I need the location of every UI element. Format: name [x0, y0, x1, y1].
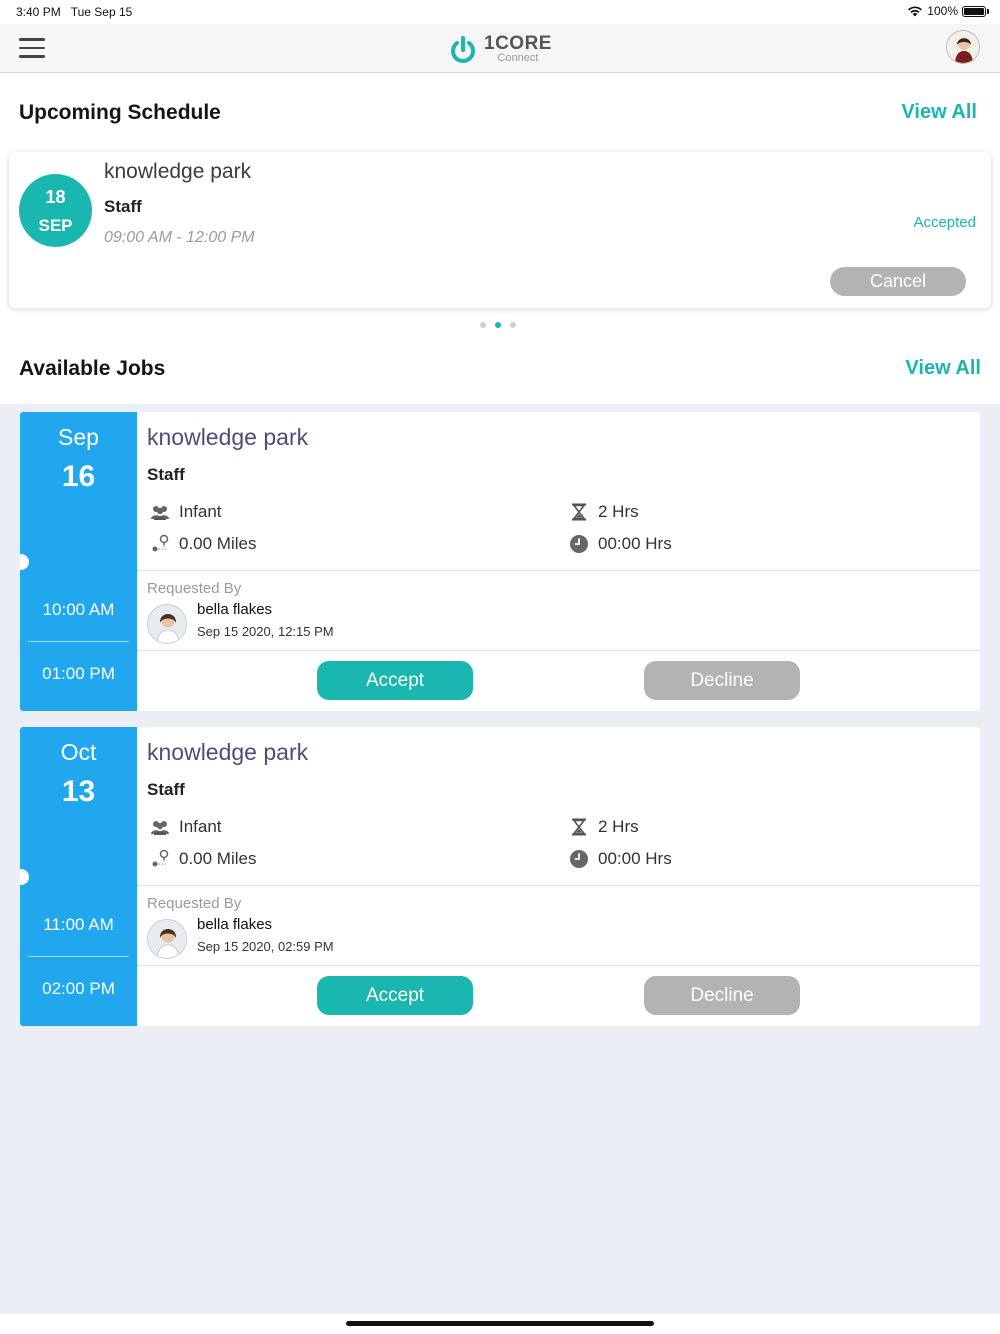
status-time: 3:40 PM Tue Sep 15 — [16, 5, 132, 19]
hourglass-icon — [572, 503, 586, 521]
job-date-panel: Oct 13 11:00 AM 02:00 PM — [20, 727, 137, 1026]
schedule-card[interactable]: 18 SEP knowledge park Staff 09:00 AM - 1… — [9, 152, 991, 308]
status-right: 100% — [907, 4, 989, 18]
clock-icon — [570, 850, 588, 868]
job-month: Sep — [58, 424, 99, 450]
elapsed: 00:00 Hrs — [569, 849, 672, 869]
clock: 3:40 PM — [16, 5, 61, 19]
pager-dot[interactable] — [480, 322, 486, 328]
elapsed: 00:00 Hrs — [569, 534, 672, 554]
job-month: Oct — [60, 739, 97, 765]
duration-value: 2 Hrs — [598, 817, 639, 836]
distance: 0.00 Miles — [150, 534, 256, 554]
cancel-button[interactable]: Cancel — [830, 267, 966, 296]
elapsed-value: 00:00 Hrs — [598, 849, 672, 868]
pager-dot-active[interactable] — [495, 322, 501, 328]
schedule-view-all-link[interactable]: View All — [901, 101, 977, 124]
job-place: knowledge park — [147, 739, 309, 765]
job-card[interactable]: Oct 13 11:00 AM 02:00 PM knowledge park … — [20, 727, 980, 1026]
job-start-time: 11:00 AM — [43, 915, 114, 934]
location-route-icon — [152, 534, 169, 552]
profile-avatar[interactable] — [946, 30, 980, 64]
duration-value: 2 Hrs — [598, 502, 639, 521]
app-logo: 1CORE Connect — [448, 30, 552, 68]
timeline-notch — [20, 554, 29, 570]
time-divider — [28, 641, 129, 642]
divider — [137, 965, 980, 966]
distance: 0.00 Miles — [150, 849, 256, 869]
age-group: Infant — [150, 502, 222, 522]
logo-subtitle: Connect — [497, 52, 539, 64]
requester-avatar — [147, 919, 187, 959]
duration: 2 Hrs — [569, 502, 639, 522]
available-jobs-title: Available Jobs — [19, 357, 166, 380]
requested-by-label: Requested By — [147, 580, 242, 597]
pager-dot[interactable] — [510, 322, 516, 328]
home-indicator[interactable] — [346, 1321, 654, 1326]
divider — [137, 570, 980, 571]
logo-brand: 1CORE — [484, 33, 552, 54]
elapsed-value: 00:00 Hrs — [598, 534, 672, 553]
job-date-panel: Sep 16 10:00 AM 01:00 PM — [20, 412, 137, 711]
status-date: Tue Sep 15 — [70, 5, 133, 19]
time-divider — [28, 956, 129, 957]
menu-icon[interactable] — [19, 38, 45, 58]
battery-icon — [962, 5, 989, 17]
timeline-notch — [20, 869, 29, 885]
job-card[interactable]: Sep 16 10:00 AM 01:00 PM knowledge park … — [20, 412, 980, 711]
status-bar: 3:40 PM Tue Sep 15 100% — [0, 0, 1000, 24]
group-icon — [151, 821, 169, 835]
location-route-icon — [152, 849, 169, 867]
schedule-place: knowledge park — [104, 160, 252, 183]
battery-percent: 100% — [927, 4, 958, 18]
decline-button[interactable]: Decline — [644, 661, 800, 700]
jobs-list: Sep 16 10:00 AM 01:00 PM knowledge park … — [0, 404, 1000, 1314]
jobs-view-all-link[interactable]: View All — [905, 357, 981, 380]
distance-value: 0.00 Miles — [179, 849, 257, 868]
schedule-date-badge: 18 SEP — [19, 174, 92, 247]
schedule-day: 18 — [45, 187, 66, 207]
clock-icon — [570, 535, 588, 553]
upcoming-schedule-title: Upcoming Schedule — [19, 101, 221, 124]
schedule-status: Accepted — [913, 214, 976, 231]
job-end-time: 01:00 PM — [42, 664, 115, 683]
age-group-value: Infant — [179, 817, 222, 836]
schedule-pager[interactable] — [480, 322, 516, 328]
divider — [137, 885, 980, 886]
job-start-time: 10:00 AM — [42, 600, 115, 619]
duration: 2 Hrs — [569, 817, 639, 837]
age-group-value: Infant — [179, 502, 222, 521]
job-role: Staff — [147, 780, 185, 799]
decline-button[interactable]: Decline — [644, 976, 800, 1015]
requested-at: Sep 15 2020, 02:59 PM — [197, 939, 334, 954]
requester-name: bella flakes — [197, 601, 273, 618]
distance-value: 0.00 Miles — [179, 534, 257, 553]
requested-at: Sep 15 2020, 12:15 PM — [197, 624, 334, 639]
divider — [137, 650, 980, 651]
nav-bar: 1CORE Connect — [0, 24, 1000, 73]
job-day: 16 — [61, 460, 96, 493]
wifi-icon — [908, 6, 923, 17]
job-day: 13 — [61, 775, 96, 808]
accept-button[interactable]: Accept — [317, 661, 473, 700]
group-icon — [151, 506, 169, 520]
job-end-time: 02:00 PM — [42, 979, 115, 998]
job-place: knowledge park — [147, 424, 309, 450]
accept-button[interactable]: Accept — [317, 976, 473, 1015]
requester-avatar — [147, 604, 187, 644]
hourglass-icon — [572, 818, 586, 836]
age-group: Infant — [150, 817, 222, 837]
job-role: Staff — [147, 465, 185, 484]
profile-avatar-image — [947, 31, 979, 63]
requester-name: bella flakes — [197, 916, 273, 933]
requested-by-label: Requested By — [147, 895, 242, 912]
schedule-time: 09:00 AM - 12:00 PM — [104, 229, 255, 246]
schedule-role: Staff — [104, 197, 142, 216]
power-icon — [451, 36, 475, 63]
schedule-month: SEP — [38, 216, 73, 235]
